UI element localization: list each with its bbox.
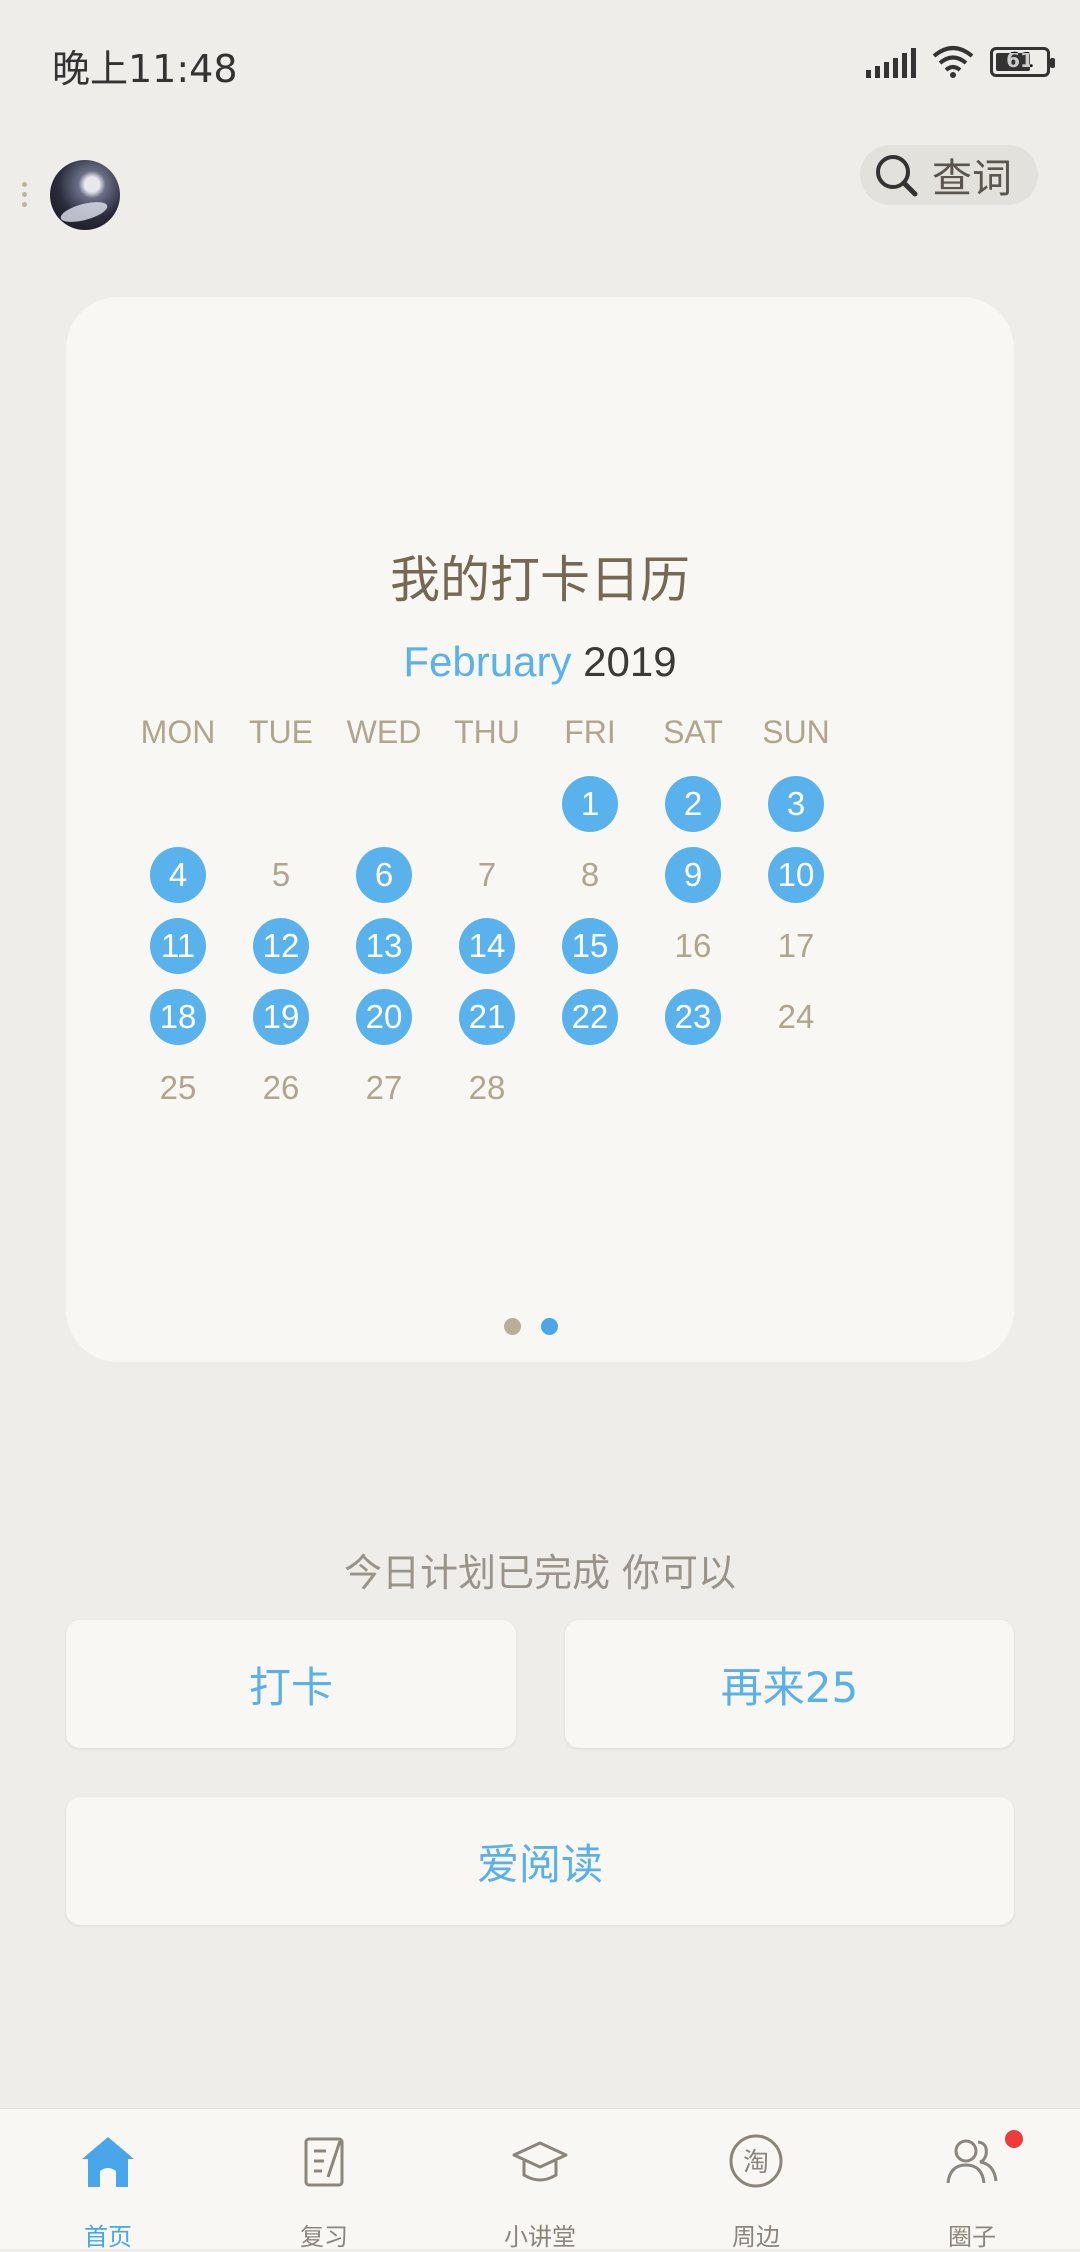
tab-community-label: 圈子 [948,2223,996,2251]
review-icon [304,2137,344,2187]
status-bar: 晚上11:48 61 [0,0,1080,120]
calendar-day-checked[interactable]: 22 [562,989,618,1045]
page-dot-2-active[interactable] [541,1318,558,1335]
weekday-label: TUE [249,714,313,750]
calendar-day-checked[interactable]: 10 [768,847,824,903]
taobao-icon: 淘 [729,2134,783,2188]
tab-community[interactable]: 圈子 [864,2109,1080,2251]
tab-home-label: 首页 [84,2223,132,2251]
calendar-day[interactable]: 16 [665,918,721,974]
tab-review[interactable]: 复习 [216,2109,432,2251]
weekday-label: MON [140,714,216,750]
calendar-month: February [403,638,572,685]
calendar-day-checked[interactable]: 14 [459,918,515,974]
calendar-day-checked[interactable]: 21 [459,989,515,1045]
status-icons: 61 [866,40,1055,84]
calendar-day-checked[interactable]: 6 [356,847,412,903]
tab-review-label: 复习 [300,2223,348,2251]
tab-lectures[interactable]: 小讲堂 [432,2109,648,2251]
calendar-day[interactable]: 28 [459,1060,515,1116]
calendar-day-checked[interactable]: 15 [562,918,618,974]
group-icon [946,2139,998,2184]
plan-status-text: 今日计划已完成 你可以 [343,1551,737,1595]
calendar-day[interactable]: 26 [253,1060,309,1116]
calendar-day-checked[interactable]: 1 [562,776,618,832]
weekday-label: SAT [663,714,723,750]
status-time: 晚上11:48 [52,47,238,91]
calendar-day-checked[interactable]: 11 [150,918,206,974]
notification-badge [1005,2130,1023,2148]
drawer-handle-icon[interactable] [22,182,27,207]
weekday-label: WED [346,714,422,750]
calendar-day-checked[interactable]: 20 [356,989,412,1045]
signal-icon [866,46,916,78]
weekday-label: THU [454,714,520,750]
page-dot-1[interactable] [504,1318,521,1335]
tab-nearby[interactable]: 淘 周边 [648,2109,864,2251]
calendar-day-checked[interactable]: 12 [253,918,309,974]
weekday-label: FRI [564,714,616,750]
calendar-day-checked[interactable]: 19 [253,989,309,1045]
tab-home[interactable]: 首页 [0,2109,216,2251]
calendar-title: 我的打卡日历 [390,551,690,609]
tab-lectures-label: 小讲堂 [504,2223,576,2251]
calendar-day[interactable]: 17 [768,918,824,974]
search-button[interactable]: 查词 [860,145,1038,205]
battery-level: 61 [1006,48,1034,72]
calendar-day[interactable]: 8 [562,847,618,903]
battery-icon: 61 [990,47,1055,77]
home-icon [82,2137,134,2187]
checkin-button[interactable]: 打卡 [66,1620,516,1748]
calendar-day[interactable]: 25 [150,1060,206,1116]
calendar-day-checked[interactable]: 3 [768,776,824,832]
weekday-label: SUN [762,714,830,750]
calendar-day[interactable]: 5 [253,847,309,903]
search-label: 查词 [932,156,1012,202]
calendar-day[interactable]: 24 [768,989,824,1045]
calendar-day-checked[interactable]: 2 [665,776,721,832]
study-more-button[interactable]: 再来25 [565,1620,1014,1748]
page-indicator [504,1318,558,1335]
calendar-year: 2019 [583,638,677,685]
calendar-day[interactable]: 7 [459,847,515,903]
calendar-card[interactable] [66,297,1014,1362]
search-icon [876,155,918,197]
graduation-cap-icon [512,2141,568,2182]
calendar-month-year: February 2019 [0,638,1080,686]
avatar[interactable] [50,160,120,230]
wifi-icon [932,46,974,78]
calendar-day-checked[interactable]: 13 [356,918,412,974]
calendar-day-checked[interactable]: 9 [665,847,721,903]
calendar-day[interactable]: 27 [356,1060,412,1116]
tab-nearby-label: 周边 [732,2223,780,2251]
calendar-day-checked[interactable]: 18 [150,989,206,1045]
bottom-tab-bar: 首页 复习 小讲堂 淘 周边 圈子 [0,2108,1080,2251]
calendar-day-checked[interactable]: 4 [150,847,206,903]
calendar-day-checked[interactable]: 23 [665,989,721,1045]
reading-button[interactable]: 爱阅读 [66,1797,1014,1925]
svg-text:淘: 淘 [743,2148,769,2178]
